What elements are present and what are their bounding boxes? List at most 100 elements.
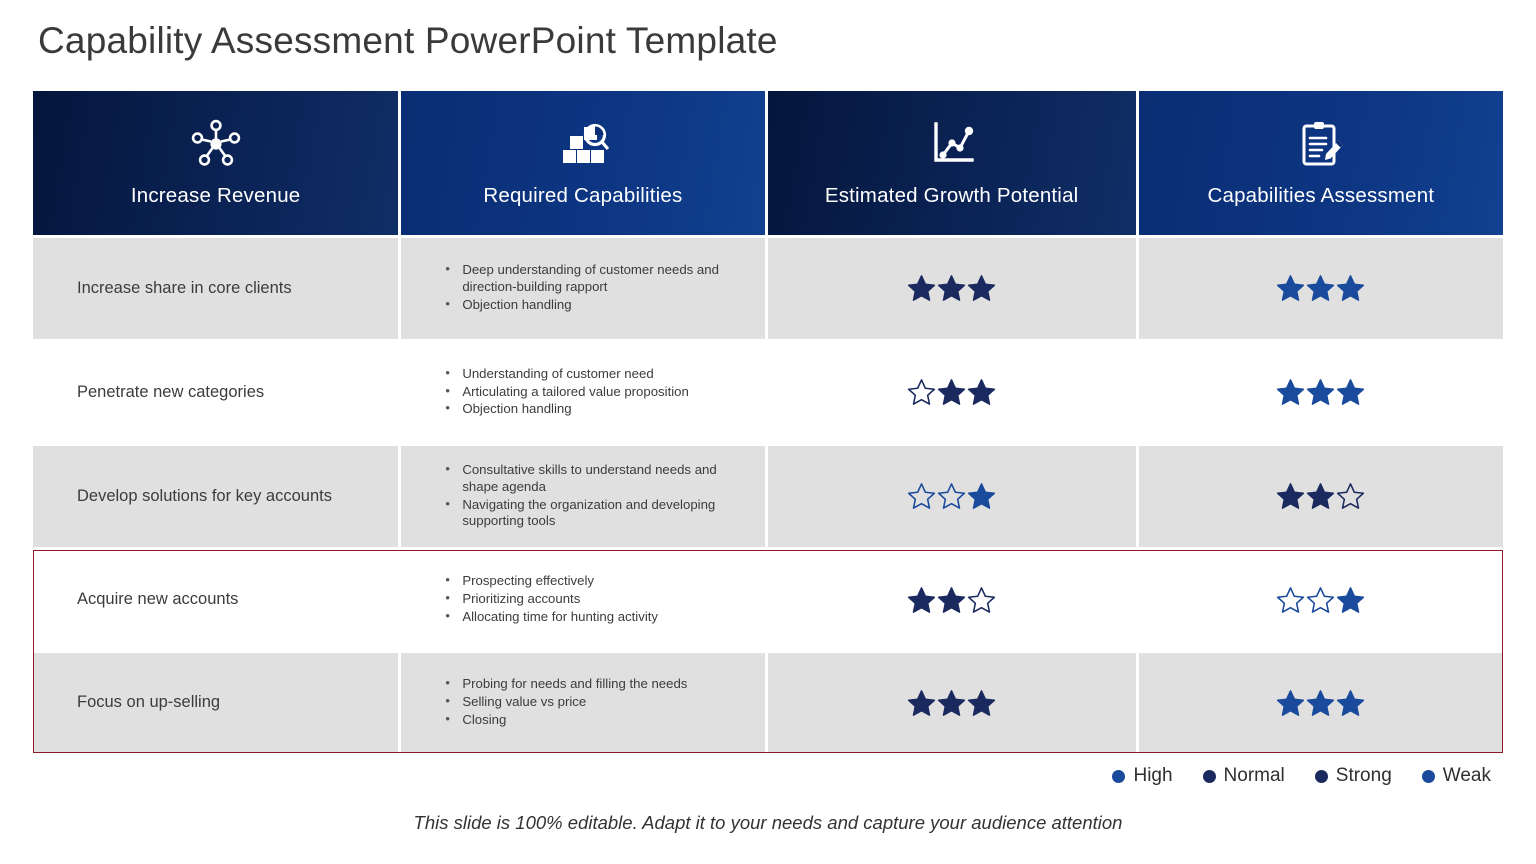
star-filled-icon [908, 275, 936, 301]
header-label: Increase Revenue [130, 184, 301, 207]
table-row[interactable]: Acquire new accounts Prospecting effectiv… [33, 550, 1503, 650]
footer-note: This slide is 100% editable. Adapt it to… [413, 812, 1123, 833]
star-filled-icon [1307, 275, 1335, 301]
star-filled-icon [938, 689, 966, 716]
assessment-rating[interactable] [1276, 482, 1365, 511]
star-empty-icon [1277, 586, 1305, 613]
objective-cell: Increase share in core clients [33, 238, 399, 339]
objective-cell: Acquire new accounts [33, 550, 399, 650]
capability-item: Prospecting effectively [443, 572, 658, 590]
capability-list: Probing for needs and filling the needsS… [443, 675, 687, 729]
star-filled-icon [938, 275, 966, 301]
legend-label: Normal [1223, 765, 1285, 786]
capability-item: Deep understanding of customer needs and… [443, 261, 746, 296]
capabilities-cell: Understanding of customer needArticulati… [401, 342, 765, 443]
capability-item: Selling value vs price [443, 693, 687, 711]
star-filled-icon [1277, 689, 1305, 716]
network-hub-icon [190, 118, 242, 170]
header-label: Estimated Growth Potential [824, 184, 1079, 207]
star-empty-icon [908, 379, 936, 405]
table-row[interactable]: Increase share in core clients Deep under… [33, 238, 1503, 339]
assessment-cell [1138, 550, 1503, 650]
growth-potential-rating[interactable] [907, 378, 996, 407]
capability-item: Probing for needs and filling the needs [443, 675, 687, 693]
table-row[interactable]: Penetrate new categories Understanding of… [33, 342, 1503, 443]
capability-item: Understanding of customer need [443, 365, 689, 383]
legend-item: Normal [1202, 765, 1285, 787]
star-filled-icon [1307, 483, 1335, 509]
capability-item: Closing [443, 711, 687, 729]
capability-list: Deep understanding of customer needs and… [443, 261, 746, 314]
page-title: Capability Assessment PowerPoint Templat… [38, 20, 778, 61]
clipboard-pencil-icon [1295, 118, 1347, 170]
legend-item: High [1112, 765, 1173, 787]
line-chart-icon [926, 118, 978, 170]
legend-dot-icon [1202, 769, 1216, 783]
growth-potential-rating[interactable] [907, 586, 996, 615]
growth-potential-rating[interactable] [907, 689, 996, 718]
star-filled-icon [968, 483, 996, 509]
header-cell-4[interactable]: Capabilities Assessment [1138, 91, 1503, 235]
header-label: Required Capabilities [483, 184, 683, 207]
assessment-cell [1138, 342, 1503, 443]
capabilities-cell: Prospecting effectivelyPrioritizing acco… [401, 550, 765, 650]
growth-potential-rating[interactable] [907, 274, 996, 303]
table-row[interactable]: Focus on up-selling Probing for needs and… [33, 653, 1503, 753]
capability-list: Prospecting effectivelyPrioritizing acco… [443, 572, 658, 626]
table-row[interactable]: Develop solutions for key accounts Consul… [33, 446, 1503, 547]
capability-item: Prioritizing accounts [443, 590, 658, 608]
star-filled-icon [1337, 379, 1365, 405]
star-filled-icon [1337, 586, 1365, 613]
header-label: Capabilities Assessment [1207, 184, 1435, 207]
objective-cell: Penetrate new categories [33, 342, 399, 443]
header-cell-1[interactable]: Increase Revenue [33, 91, 399, 235]
star-empty-icon [908, 483, 936, 509]
star-filled-icon [1337, 689, 1365, 716]
legend-label: Weak [1442, 765, 1491, 786]
legend-label: Strong [1335, 765, 1392, 786]
capabilities-cell: Consultative skills to understand needs … [401, 446, 765, 547]
growth-potential-rating[interactable] [907, 482, 996, 511]
capability-item: Consultative skills to understand needs … [443, 461, 746, 496]
star-filled-icon [908, 689, 936, 716]
objective-cell: Develop solutions for key accounts [33, 446, 399, 547]
assessment-rating[interactable] [1276, 586, 1365, 615]
assessment-rating[interactable] [1276, 378, 1365, 407]
assessment-cell [1138, 238, 1503, 339]
header-cell-2[interactable]: Required Capabilities [401, 91, 765, 235]
growth-potential-cell [767, 653, 1136, 753]
legend-dot-icon [1314, 769, 1328, 783]
legend-item: Weak [1421, 765, 1491, 787]
assessment-rating[interactable] [1276, 689, 1365, 718]
star-filled-icon [1277, 483, 1305, 509]
star-filled-icon [968, 689, 996, 716]
objective-label: Focus on up-selling [77, 693, 221, 712]
boxes-magnifier-icon [557, 118, 609, 170]
legend-item: Strong [1314, 765, 1392, 787]
growth-potential-cell [767, 550, 1136, 650]
assessment-rating[interactable] [1276, 274, 1365, 303]
capability-item: Objection handling [443, 296, 746, 314]
star-empty-icon [968, 586, 996, 613]
objective-cell: Focus on up-selling [33, 653, 399, 753]
table-header-row: Increase Revenue Required Capabilities E… [33, 91, 1503, 235]
star-empty-icon [938, 483, 966, 509]
capability-item: Navigating the organization and developi… [443, 496, 746, 531]
assessment-cell [1138, 653, 1503, 753]
objective-label: Increase share in core clients [77, 278, 292, 297]
legend: High Normal Strong Weak [1112, 765, 1491, 787]
capabilities-cell: Deep understanding of customer needs and… [401, 238, 765, 339]
capability-item: Allocating time for hunting activity [443, 608, 658, 626]
star-empty-icon [1307, 586, 1335, 613]
star-empty-icon [1337, 483, 1365, 509]
star-filled-icon [938, 379, 966, 405]
star-filled-icon [1277, 379, 1305, 405]
capabilities-cell: Probing for needs and filling the needsS… [401, 653, 765, 753]
star-filled-icon [908, 586, 936, 613]
header-cell-3[interactable]: Estimated Growth Potential [767, 91, 1136, 235]
growth-potential-cell [767, 446, 1136, 547]
capability-item: Objection handling [443, 400, 689, 418]
star-filled-icon [1307, 689, 1335, 716]
objective-label: Penetrate new categories [77, 382, 265, 401]
capability-list: Understanding of customer needArticulati… [443, 365, 689, 419]
